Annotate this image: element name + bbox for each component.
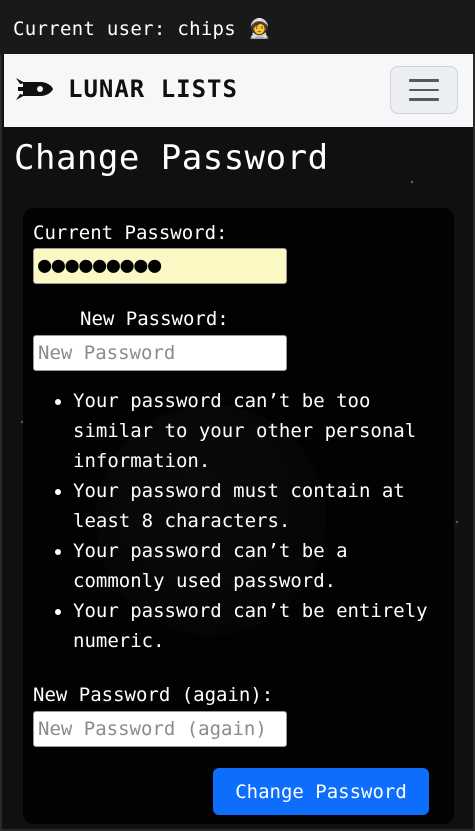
new-password-again-input[interactable]: [33, 711, 287, 747]
page-title: Change Password: [14, 138, 329, 178]
change-password-button[interactable]: Change Password: [213, 768, 429, 815]
current-password-input[interactable]: ●●●●●●●●●: [33, 248, 287, 284]
list-item: Your password can’t be entirely numeric.: [73, 596, 440, 656]
list-item: Your password can’t be a commonly used p…: [73, 536, 440, 596]
hamburger-menu-icon: [409, 79, 439, 82]
list-item: Your password must contain at least 8 ch…: [73, 476, 440, 536]
current-password-label: Current Password:: [33, 222, 228, 244]
hamburger-menu-icon: [409, 98, 439, 101]
list-item: Your password can’t be too similar to yo…: [73, 386, 440, 476]
user-status-bar: Current user: chips 🧑‍🚀: [0, 0, 475, 54]
password-requirements-list: Your password can’t be too similar to yo…: [30, 386, 440, 656]
brand-link[interactable]: LUNAR LISTS: [16, 74, 238, 104]
hamburger-menu-icon: [409, 88, 439, 92]
navbar: LUNAR LISTS: [4, 54, 473, 127]
navbar-toggle-button[interactable]: [390, 66, 458, 114]
password-mask: ●●●●●●●●●: [38, 253, 162, 278]
rocket-icon: [16, 78, 53, 100]
new-password-input[interactable]: [33, 335, 287, 371]
current-user-text: Current user: chips 🧑‍🚀: [13, 18, 272, 40]
new-password-again-label: New Password (again):: [33, 684, 274, 706]
new-password-label: New Password:: [80, 308, 229, 330]
brand-name: LUNAR LISTS: [68, 75, 238, 103]
